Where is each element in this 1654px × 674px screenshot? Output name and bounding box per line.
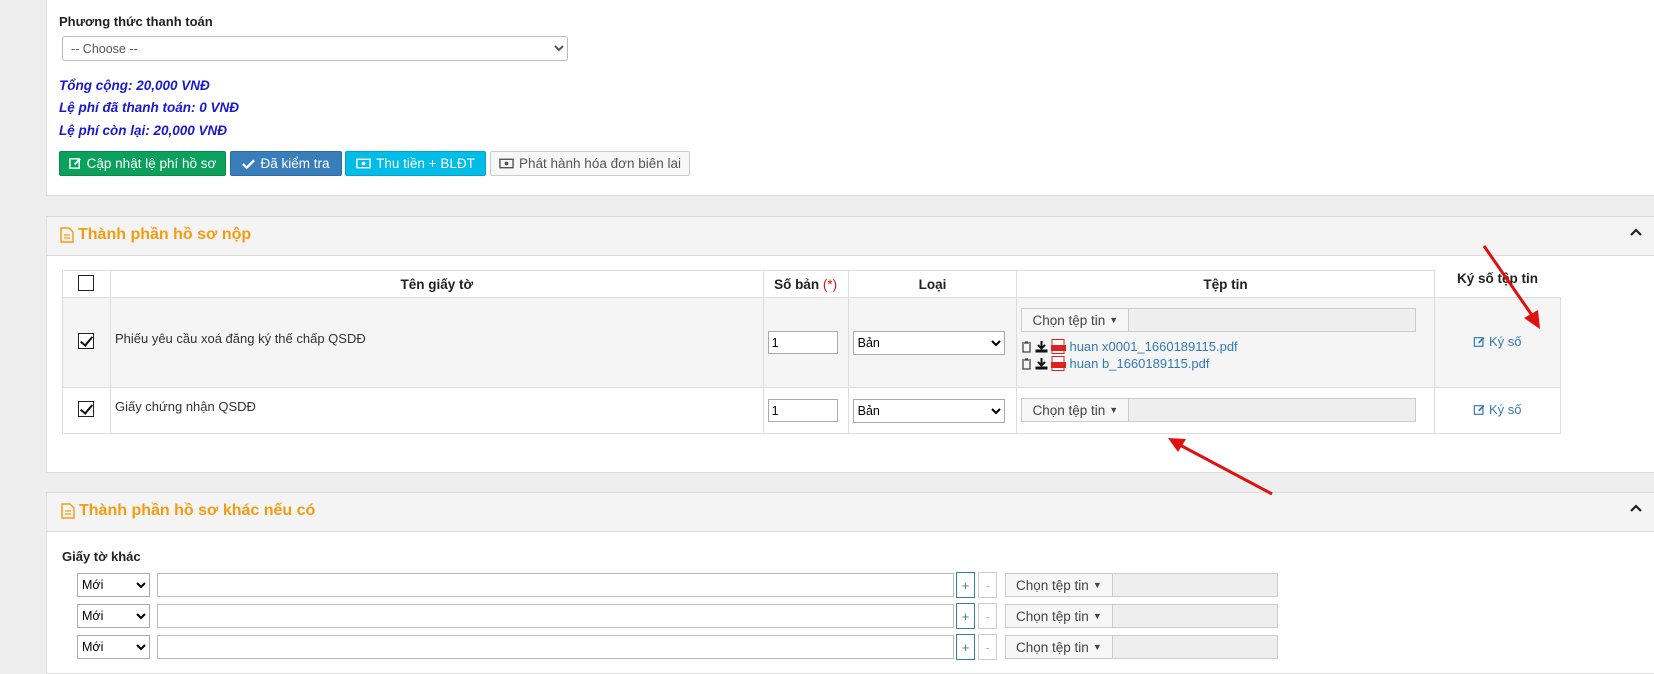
remove-row-button[interactable]: - — [978, 603, 997, 629]
edit-icon — [68, 158, 81, 169]
file-picker: Chọn tệp tin ▼ — [1005, 573, 1278, 597]
doc-name: Giấy chứng nhận QSDĐ — [109, 387, 764, 434]
caret-down-icon: ▼ — [1109, 315, 1119, 325]
file-name-bar — [1112, 635, 1278, 659]
collect-money-label: Thu tiền + BLĐT — [376, 156, 475, 171]
row-checkbox[interactable] — [78, 401, 95, 417]
submitted-docs-table: Tên giấy tờ Số bản (*) Loại Tệp tin Ký s… — [62, 270, 1562, 434]
issue-invoice-label: Phát hành hóa đơn biên lai — [519, 156, 681, 171]
table-row: Phiếu yêu cầu xoá đăng ký thế chấp QSDĐ … — [62, 297, 1562, 388]
edit-icon — [1473, 404, 1485, 415]
file-name-bar — [1112, 573, 1278, 597]
submitted-docs-header[interactable]: Thành phần hồ sơ nộp — [47, 217, 1654, 256]
file-link[interactable]: huan x0001_1660189115.pdf — [1069, 339, 1237, 354]
document-icon — [60, 227, 74, 243]
select-all-cell — [62, 270, 111, 298]
trash-icon[interactable] — [1021, 357, 1032, 370]
money-icon — [499, 158, 514, 169]
add-row-button[interactable]: + — [956, 603, 975, 629]
update-fee-label: Cập nhật lệ phí hồ sơ — [86, 156, 217, 171]
type-select[interactable]: Bản — [852, 398, 1005, 423]
file-name-bar — [1129, 398, 1417, 422]
payment-method-label: Phương thức thanh toán — [59, 14, 213, 29]
column-header-copies: Số bản (*) — [762, 270, 849, 298]
file-picker: Chọn tệp tin ▼ — [1005, 635, 1278, 659]
add-row-button[interactable]: + — [956, 634, 975, 660]
choose-file-button[interactable]: Chọn tệp tin ▼ — [1005, 573, 1113, 597]
copies-input[interactable] — [767, 399, 838, 422]
payment-panel: Phương thức thanh toán -- Choose -- Tổng… — [46, 0, 1654, 196]
column-header-name: Tên giấy tờ — [109, 270, 764, 298]
checked-button[interactable]: Đã kiểm tra — [230, 151, 342, 176]
doc-name: Phiếu yêu cầu xoá đăng ký thế chấp QSDĐ — [109, 297, 764, 388]
caret-down-icon: ▼ — [1092, 611, 1102, 621]
other-docs-panel: Thành phần hồ sơ khác nếu có Giấy tờ khá… — [46, 492, 1654, 674]
choose-file-button[interactable]: Chọn tệp tin ▼ — [1005, 635, 1113, 659]
type-select[interactable]: Bản — [852, 330, 1005, 355]
file-name-bar — [1112, 604, 1278, 628]
fee-paid: Lệ phí đã thanh toán: 0 VNĐ — [59, 100, 240, 115]
fee-total: Tổng cộng: 20,000 VNĐ — [59, 78, 210, 93]
submitted-docs-title: Thành phần hồ sơ nộp — [60, 226, 251, 244]
list-item: huan x0001_1660189115.pdf — [1021, 338, 1432, 355]
sign-link[interactable]: Ký số — [1473, 334, 1522, 349]
trash-icon[interactable] — [1021, 340, 1032, 353]
document-icon — [61, 503, 75, 519]
choose-file-button[interactable]: Chọn tệp tin ▼ — [1021, 308, 1130, 332]
add-row-button[interactable]: + — [956, 572, 975, 598]
file-picker: Chọn tệp tin ▼ — [1021, 398, 1432, 422]
remove-row-button[interactable]: - — [978, 572, 997, 598]
fee-remaining: Lệ phí còn lại: 20,000 VNĐ — [59, 123, 228, 138]
issue-invoice-button[interactable]: Phát hành hóa đơn biên lai — [490, 151, 690, 176]
status-select[interactable]: Mới — [77, 635, 150, 659]
submitted-docs-panel: Thành phần hồ sơ nộp Tên giấy tờ Số bản … — [46, 216, 1654, 473]
row-checkbox[interactable] — [78, 333, 95, 349]
left-gutter — [0, 0, 22, 658]
other-docs-label: Giấy tờ khác — [62, 549, 141, 564]
caret-down-icon: ▼ — [1109, 405, 1119, 415]
select-all-checkbox[interactable] — [78, 274, 95, 291]
choose-file-button[interactable]: Chọn tệp tin ▼ — [1021, 398, 1130, 422]
download-icon[interactable] — [1035, 340, 1048, 353]
column-header-sign: Ký số tệp tin — [1434, 270, 1561, 298]
money-icon — [356, 158, 371, 169]
chevron-up-icon[interactable] — [1629, 503, 1643, 513]
check-icon — [242, 158, 256, 169]
caret-down-icon: ▼ — [1092, 642, 1102, 652]
sign-link[interactable]: Ký số — [1473, 402, 1522, 417]
table-header-row: Tên giấy tờ Số bản (*) Loại Tệp tin Ký s… — [62, 270, 1561, 298]
list-item: huan b_1660189115.pdf — [1021, 355, 1432, 372]
doc-name-input[interactable] — [157, 573, 954, 597]
choose-file-button[interactable]: Chọn tệp tin ▼ — [1005, 604, 1113, 628]
edit-icon — [1473, 336, 1485, 347]
other-docs-title: Thành phần hồ sơ khác nếu có — [61, 502, 315, 520]
update-fee-button[interactable]: Cập nhật lệ phí hồ sơ — [59, 151, 226, 176]
copies-input[interactable] — [767, 331, 838, 354]
pdf-icon — [1051, 339, 1067, 354]
caret-down-icon: ▼ — [1092, 580, 1102, 590]
status-select[interactable]: Mới — [77, 573, 150, 597]
doc-name-input[interactable] — [157, 635, 954, 659]
chevron-up-icon[interactable] — [1629, 227, 1643, 237]
status-select[interactable]: Mới — [77, 604, 150, 628]
collect-money-button[interactable]: Thu tiền + BLĐT — [345, 151, 486, 176]
file-picker: Chọn tệp tin ▼ — [1021, 308, 1432, 332]
column-header-type: Loại — [847, 270, 1018, 298]
file-picker: Chọn tệp tin ▼ — [1005, 604, 1278, 628]
checked-label: Đã kiểm tra — [260, 156, 330, 171]
other-docs-header[interactable]: Thành phần hồ sơ khác nếu có — [47, 493, 1654, 532]
payment-method-select[interactable]: -- Choose -- — [62, 36, 568, 61]
download-icon[interactable] — [1035, 357, 1048, 370]
doc-name-input[interactable] — [157, 604, 954, 628]
file-link[interactable]: huan b_1660189115.pdf — [1069, 356, 1209, 371]
pdf-icon — [1051, 356, 1067, 371]
file-name-bar — [1129, 308, 1417, 332]
required-mark: (*) — [822, 276, 838, 292]
remove-row-button[interactable]: - — [978, 634, 997, 660]
column-header-file: Tệp tin — [1016, 270, 1435, 298]
table-row: Giấy chứng nhận QSDĐ Bản Chọn tệp tin▼ K… — [62, 387, 1562, 434]
